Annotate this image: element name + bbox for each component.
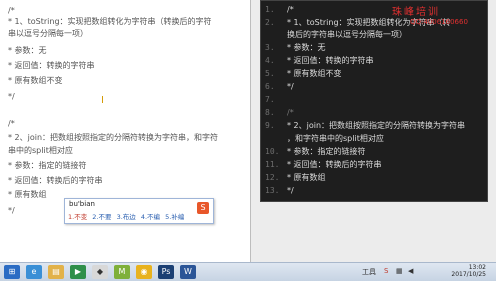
tools-label[interactable]: 工具 [362,267,376,277]
line-number: 12. [265,173,280,182]
media-icon[interactable]: ▶ [70,265,86,279]
line-number: 4. [265,56,275,65]
sogou-tray-icon[interactable]: S [384,267,388,275]
code-text: * 2、join：把数组按照指定的分隔符转换为字符串 [287,121,466,130]
code-row: 11. * 返回值：转换后的字符串 [261,158,487,171]
code-text: 换后的字符串以逗号分隔每一项） [287,30,407,39]
editor-line: * 参数：无 [8,46,47,55]
editor-line: * 原有数组不变 [8,76,63,85]
line-number: 9. [265,121,275,130]
editor-line: 串中的split相对应 [8,146,73,155]
ime-candidate[interactable]: 4.不编 [141,213,160,221]
editor-line: /* [8,119,15,128]
volume-icon[interactable]: ◀ [408,267,413,275]
code-row: 13. */ [261,184,487,197]
ime-candidates: 1.不变 2.不要 3.布边 4.不编 5.补编 [68,211,187,221]
m-icon[interactable]: M [114,265,130,279]
editor-line: 串以逗号分隔每一项） [8,29,88,38]
line-number: 1. [265,5,275,14]
ime-candidate[interactable]: 1.不变 [68,213,87,221]
ime-candidate[interactable]: 3.布边 [117,213,136,221]
ime-pinyin: bu'bian [69,200,95,208]
ime-candidate-popup[interactable]: bu'bian 1.不变 2.不要 3.布边 4.不编 5.补编 S [64,198,214,224]
code-text: * 参数：指定的链接符 [287,147,366,156]
ime-candidate[interactable]: 2.不要 [92,213,111,221]
editor-line: */ [8,92,15,101]
editor-line: * 原有数组 [8,190,47,199]
code-row: 7. [261,93,487,106]
clock-time: 13:02 [468,264,486,271]
code-text: * 原有数组不变 [287,69,342,78]
code-row: 4. * 返回值：转换的字符串 [261,54,487,67]
code-text: /* [287,108,294,117]
code-text: * 原有数组 [287,173,326,182]
windows-start-icon[interactable]: ⊞ [4,265,20,279]
code-text: * 返回值：转换的字符串 [287,56,374,65]
watermark-text: 珠峰培训 [392,7,440,18]
taskbar: ⊞ e ▤ ▶ ◆ M ◉ Ps W 工具 S ▦ ◀ 13:02 2017/1… [0,262,496,281]
line-number: 6. [265,82,275,91]
editor-line: * 返回值：转换的字符串 [8,61,95,70]
editor-line: * 返回值：转换后的字符串 [8,176,103,185]
line-number: 3. [265,43,275,52]
line-number: 7. [265,95,275,104]
code-text: /* [287,5,294,14]
ime-candidate[interactable]: 5.补编 [165,213,184,221]
code-row: 10. * 参数：指定的链接符 [261,145,487,158]
code-text: * 返回值：转换后的字符串 [287,160,382,169]
editor-line: * 1、toString：实现把数组转化为字符串（转换后的字符 [8,17,212,26]
line-number: 8. [265,108,275,117]
code-text: * 参数：无 [287,43,326,52]
editor-line: * 2、join：把数组按照指定的分隔符转换为字符串，和字符 [8,133,219,142]
network-icon[interactable]: ▦ [396,267,403,275]
code-row: 1. /* [261,3,487,16]
code-row: 换后的字符串以逗号分隔每一项） [261,28,487,41]
code-text: */ [287,186,294,195]
code-row: 12. * 原有数组 [261,171,487,184]
code-row: 6. */ [261,80,487,93]
code-row: 9. * 2、join：把数组按照指定的分隔符转换为字符串 [261,119,487,132]
code-preview-panel: 1./* 2. * 1、toString：实现把数组转化为字符串（转 换后的字符… [260,0,488,202]
watermark-qq: QQ:4006160660 [410,18,468,26]
folder-icon[interactable]: ▤ [48,265,64,279]
code-row: 3. * 参数：无 [261,41,487,54]
sogou-logo-icon: S [197,202,209,214]
editor-line: */ [8,206,15,215]
code-row: 5. * 原有数组不变 [261,67,487,80]
text-cursor-icon: I [101,95,104,106]
word-icon[interactable]: W [180,265,196,279]
code-text: ，和字符串中的split相对应 [287,134,384,143]
clock-date: 2017/10/25 [451,271,486,278]
code-text: */ [287,82,294,91]
line-number: 11. [265,160,280,169]
line-number: 10. [265,147,280,156]
line-number: 13. [265,186,280,195]
ie-icon[interactable]: e [26,265,42,279]
code-row: 8. /* [261,106,487,119]
app-icon[interactable]: ◆ [92,265,108,279]
editor-line: /* [8,6,15,15]
ps-icon[interactable]: Ps [158,265,174,279]
line-number: 5. [265,69,275,78]
clock[interactable]: 13:02 2017/10/25 [451,264,486,278]
code-row: ，和字符串中的split相对应 [261,132,487,145]
chrome-icon[interactable]: ◉ [136,265,152,279]
editor-line: * 参数：指定的链接符 [8,161,87,170]
